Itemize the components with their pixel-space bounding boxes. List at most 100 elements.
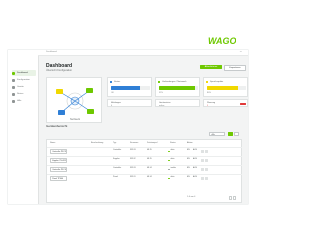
cell-time: 08:14 <box>147 176 152 179</box>
card-value: 92% <box>159 92 164 94</box>
action-off-link[interactable]: AUS <box>193 158 197 161</box>
info-card-warning[interactable]: Warnung 1 <box>203 99 248 107</box>
sidebar-item-configuration[interactable]: Konfiguration <box>12 77 36 83</box>
diagram-node[interactable] <box>58 110 65 115</box>
logo-wordmark: WAGO <box>208 36 236 45</box>
column-header[interactable]: Firmware <box>130 142 138 144</box>
sidebar-item-label: Dashboard <box>17 71 28 74</box>
cell-status: aktiv <box>170 149 175 152</box>
diagram-node[interactable] <box>86 88 93 93</box>
info-card-messages[interactable]: Meldungen 0 <box>107 99 152 107</box>
cell-status: aktiv <box>170 176 175 179</box>
kpi-card-storage[interactable]: Speicherplatz 80% <box>203 77 248 97</box>
chevron-left-icon[interactable] <box>229 196 232 200</box>
sidebar-item-label: Nutzer <box>17 92 24 95</box>
action-off-link[interactable]: AUS <box>193 167 197 170</box>
kpi-card-connections[interactable]: Verbindungen / Netzwerk 92% <box>155 77 200 97</box>
device-name-chip[interactable]: Koppler 750-352 <box>50 158 67 163</box>
main-content: Dashboard Übersicht Konfiguration Aktual… <box>38 55 248 204</box>
warning-indicator <box>240 103 246 105</box>
cell-time: 08:14 <box>147 167 152 170</box>
table-row[interactable]: Controller PFC100 Controller FW 03 08:14… <box>47 165 242 173</box>
help-icon <box>12 99 15 103</box>
kpi-card-status[interactable]: Status OK <box>107 77 152 97</box>
edit-icon[interactable] <box>201 149 204 153</box>
delete-icon[interactable] <box>205 149 208 153</box>
edit-icon[interactable] <box>201 167 204 171</box>
cell-status: aktiv <box>170 158 175 161</box>
cell-time: 08:15 <box>147 149 152 152</box>
device-icon <box>12 85 15 89</box>
cell-firmware: FW 01 <box>130 176 136 179</box>
table-row[interactable]: Panel TP600 Panel FW 01 08:14 aktiv EN A… <box>47 174 242 182</box>
diagram-node[interactable] <box>87 109 94 114</box>
diagram-node[interactable] <box>56 89 63 94</box>
cell-time: 08:15 <box>147 158 152 161</box>
pagination-text: 1–4 von 4 <box>187 196 196 198</box>
progress-fill <box>207 86 239 90</box>
refresh-button[interactable]: Aktualisieren <box>200 65 222 69</box>
chevron-right-icon[interactable] <box>233 196 236 200</box>
status-icon <box>109 80 112 83</box>
column-header[interactable]: Status <box>170 142 176 144</box>
action-off-link[interactable]: AUS <box>193 176 197 179</box>
device-name-chip[interactable]: Controller PFC200 <box>50 149 67 154</box>
more-menu-icon[interactable]: ••• <box>240 51 242 53</box>
delete-icon[interactable] <box>205 158 208 162</box>
delete-icon[interactable] <box>205 167 208 171</box>
cell-type: Panel <box>113 176 118 179</box>
cell-firmware: FW 02 <box>130 158 136 161</box>
network-diagram: Netzwerk <box>56 88 94 121</box>
cell-firmware: FW 03 <box>130 149 136 152</box>
progress-track <box>111 86 150 90</box>
device-name-chip[interactable]: Panel TP600 <box>50 176 67 181</box>
filter-dropdown[interactable]: Alle <box>209 132 225 136</box>
action-on-link[interactable]: EN <box>187 158 190 161</box>
table-row[interactable]: Controller PFC200 Controller FW 03 08:15… <box>47 147 242 155</box>
card-value: 80% <box>207 92 212 94</box>
app-window: Dashboard Konfiguration Geräte Nutzer Hi… <box>8 50 248 204</box>
card-value: OK <box>111 92 114 94</box>
action-on-link[interactable]: EN <box>187 167 190 170</box>
action-on-link[interactable]: EN <box>187 176 190 179</box>
card-title: Warnung <box>207 101 216 104</box>
table-row[interactable]: Koppler 750-352 Koppler FW 02 08:15 akti… <box>47 156 242 164</box>
status-dot <box>168 150 170 153</box>
column-header[interactable]: Zeitstempel <box>147 142 157 144</box>
card-title: Verbindungen / Netzwerk <box>162 80 187 83</box>
list-view-icon[interactable] <box>228 132 233 136</box>
sidebar: Dashboard Konfiguration Geräte Nutzer Hi… <box>8 50 39 204</box>
cell-status: inaktiv <box>170 167 176 170</box>
sidebar-item-help[interactable]: Hilfe <box>12 98 36 104</box>
card-value: online <box>159 105 165 107</box>
edit-icon[interactable] <box>201 158 204 162</box>
breadcrumb[interactable]: Dashboard <box>46 51 57 53</box>
sidebar-item-users[interactable]: Nutzer <box>12 91 36 97</box>
sidebar-item-label: Geräte <box>17 85 24 88</box>
info-card-device-status[interactable]: Gerätestatus online <box>155 99 200 107</box>
sidebar-item-label: Konfiguration <box>17 78 30 81</box>
cell-firmware: FW 03 <box>130 167 136 170</box>
column-header[interactable]: Beschreibung <box>91 142 103 144</box>
progress-track <box>159 86 198 90</box>
card-value: 0 <box>111 105 113 107</box>
sidebar-item-label: Hilfe <box>17 99 22 102</box>
sidebar-item-devices[interactable]: Geräte <box>12 84 36 90</box>
card-title: Speicherplatz <box>210 80 224 83</box>
device-name-chip[interactable]: Controller PFC100 <box>50 167 67 172</box>
column-header[interactable]: Typ <box>113 142 116 144</box>
edit-icon[interactable] <box>201 176 204 180</box>
action-off-link[interactable]: AUS <box>193 149 197 152</box>
column-header[interactable]: Name <box>50 142 55 144</box>
status-dot <box>168 177 170 180</box>
action-on-link[interactable]: EN <box>187 149 190 152</box>
network-diagram-panel: Netzwerk <box>46 77 102 123</box>
export-button[interactable]: Exportieren <box>224 65 246 71</box>
sidebar-item-dashboard[interactable]: Dashboard <box>12 70 36 76</box>
grid-view-icon[interactable] <box>234 132 239 136</box>
column-header[interactable]: Aktion <box>187 142 193 144</box>
delete-icon[interactable] <box>205 176 208 180</box>
card-value: 1 <box>207 105 209 107</box>
progress-fill <box>111 86 141 90</box>
wago-logo: WAGO <box>208 36 236 45</box>
